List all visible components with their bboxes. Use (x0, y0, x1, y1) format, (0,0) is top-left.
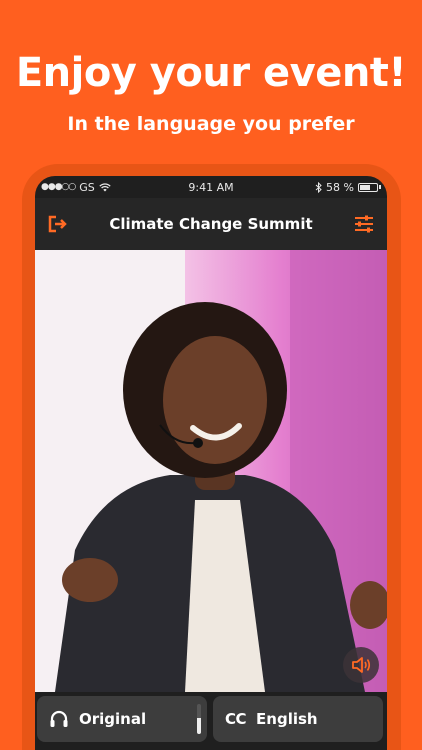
bluetooth-icon (315, 181, 322, 193)
audio-channel-label: Original (79, 710, 147, 728)
audio-level-meter (197, 704, 201, 734)
exit-icon[interactable] (47, 213, 69, 235)
status-time: 9:41 AM (188, 180, 234, 194)
battery-icon (358, 182, 378, 192)
signal-icon: ●●●○○ (41, 182, 76, 192)
wifi-icon (99, 182, 111, 191)
speaker-button[interactable] (343, 647, 379, 683)
closed-caption-icon: CC (225, 710, 247, 728)
speaker-photo (35, 250, 387, 692)
nav-bar: Climate Change Summit (35, 198, 387, 250)
caption-language-button[interactable]: CC English (213, 696, 383, 742)
status-bar: ●●●○○ GS 9:41 AM 58 % (35, 176, 387, 198)
app-screen: ●●●○○ GS 9:41 AM 58 % Climate Change Sum… (35, 176, 387, 750)
carrier-name: GS (79, 180, 95, 194)
sliders-icon[interactable] (353, 213, 375, 235)
headphones-icon (50, 710, 68, 727)
battery-percent: 58 % (326, 180, 354, 194)
event-title: Climate Change Summit (109, 215, 313, 233)
promo-subheadline: In the language you prefer (67, 113, 355, 135)
caption-language-label: English (256, 710, 318, 728)
volume-icon (352, 657, 371, 673)
video-stream[interactable] (35, 250, 387, 692)
audio-channel-button[interactable]: Original (37, 696, 207, 742)
promo-headline: Enjoy your event! (15, 50, 407, 96)
bottom-controls: Original CC English (35, 692, 387, 750)
